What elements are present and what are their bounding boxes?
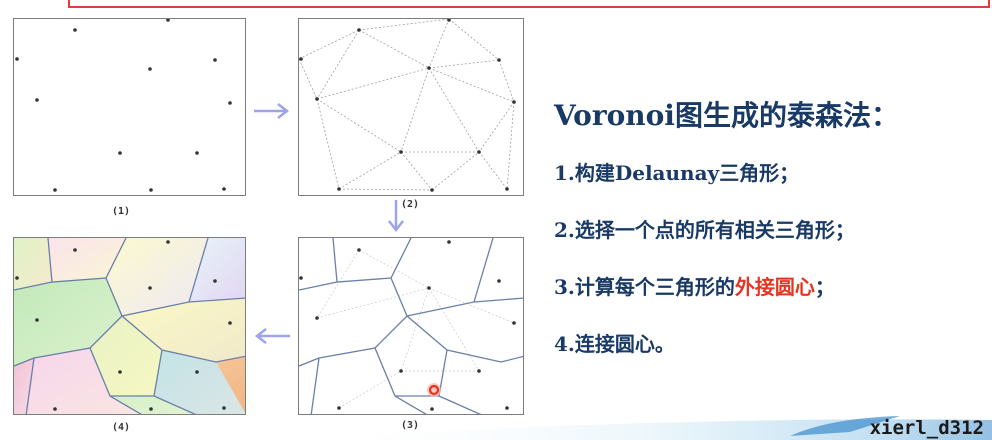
step-1-end: 三角形；	[719, 161, 800, 185]
arrow-right-icon	[254, 103, 290, 119]
watermark-swoosh-icon	[300, 416, 992, 440]
step-2-number: 2.	[554, 218, 575, 242]
step-2: 2.选择一个点的所有相关三角形；	[554, 214, 855, 243]
step-1-number: 1.	[554, 161, 575, 185]
panel-1-points	[13, 18, 246, 196]
step-3-number: 3.	[554, 275, 575, 299]
voronoi-colored-plot	[14, 238, 245, 414]
panel-2-delaunay	[298, 18, 524, 196]
arrow-left-icon	[254, 328, 290, 344]
voronoi-edges-plot	[299, 238, 523, 414]
step-4: 4.连接圆心。	[554, 328, 675, 357]
panel-4-voronoi-colored	[13, 237, 246, 415]
step-3-end: ；	[814, 275, 835, 299]
panel-3-voronoi-edges	[298, 237, 524, 415]
slide-title: Voronoi图生成的泰森法：	[554, 94, 899, 134]
step-1-delaunay: Delaunay	[614, 161, 720, 185]
top-frame-border	[68, 0, 990, 8]
watermark-text: xierl_d312	[869, 417, 984, 439]
arrow-down-icon	[388, 200, 404, 233]
step-1-text: 构建	[574, 161, 615, 185]
step-3: 3.计算每个三角形的外接圆心；	[554, 271, 835, 300]
step-4-text: 连接圆心。	[574, 332, 675, 356]
step-2-text: 选择一个点的所有相关三角形；	[574, 218, 855, 242]
points-plot	[15, 19, 232, 192]
panel-1-caption: (1)	[112, 206, 131, 217]
step-4-number: 4.	[554, 332, 575, 356]
step-1: 1.构建Delaunay三角形；	[554, 157, 799, 186]
delaunay-plot	[299, 19, 516, 192]
title-prefix: Voronoi	[554, 99, 675, 132]
title-suffix: 图生成的泰森法：	[674, 99, 899, 132]
step-3-highlight: 外接圆心	[734, 275, 815, 299]
step-3-text: 计算每个三角形的	[574, 275, 735, 299]
